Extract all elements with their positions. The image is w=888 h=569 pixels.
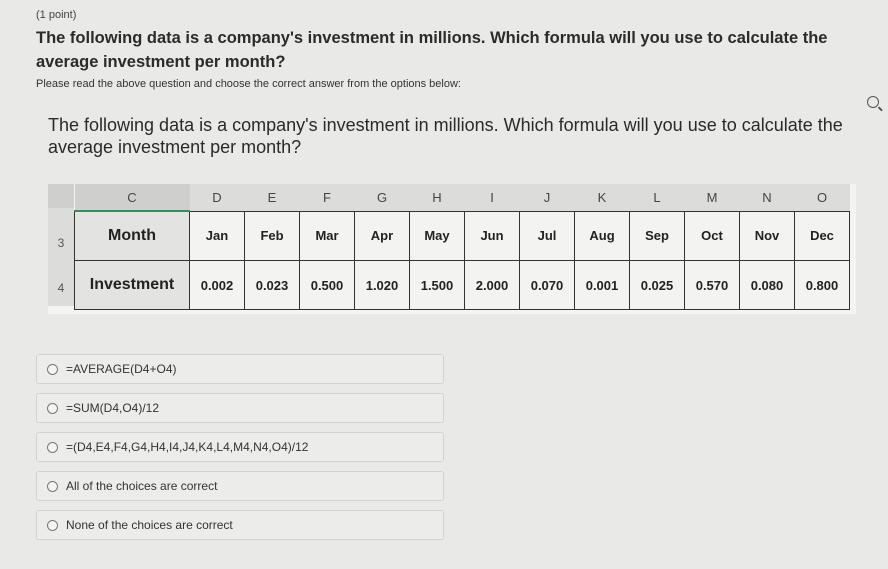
radio-button-icon[interactable] (47, 519, 58, 531)
column-header-o: O (794, 184, 850, 211)
spreadsheet-table: CDEFGHIJKLMNO Month Jan Feb Mar Apr May Jun Jul… (74, 184, 850, 310)
row-header-3: 3 (48, 208, 74, 257)
column-header-l: L (629, 184, 685, 211)
investment-cell: 0.023 (244, 260, 300, 310)
radio-button-icon[interactable] (47, 480, 58, 492)
answer-choice-2[interactable]: =SUM(D4,O4)/12 (36, 393, 444, 423)
column-header-h: H (409, 184, 465, 211)
column-header-row: CDEFGHIJKLMNO (74, 184, 850, 212)
month-cell: Jul (519, 210, 575, 261)
investment-cell: 0.025 (629, 260, 685, 310)
sheet-corner (48, 184, 74, 208)
row-label-cell: Investment (74, 260, 190, 310)
answer-choice-label: =(D4,E4,F4,G4,H4,I4,J4,K4,L4,M4,N4,O4)/1… (66, 440, 309, 454)
answer-choice-label: All of the choices are correct (66, 479, 218, 493)
month-cell: Dec (794, 210, 850, 261)
answer-choice-label: =AVERAGE(D4+O4) (66, 362, 177, 376)
month-cell: Feb (244, 210, 300, 261)
investment-cell: 2.000 (464, 260, 520, 310)
spreadsheet-image: 3 4 CDEFGHIJKLMNO Month Jan Feb Mar Apr May Ju… (48, 184, 856, 314)
radio-button-icon[interactable] (47, 363, 58, 375)
row-label-cell: Month (74, 210, 190, 261)
points-label: (1 point) (36, 9, 77, 21)
zoom-in-icon[interactable] (867, 96, 879, 108)
month-cell: Jan (189, 210, 245, 261)
answer-choice-label: =SUM(D4,O4)/12 (66, 401, 160, 415)
column-header-j: J (519, 184, 575, 211)
row-header-4: 4 (48, 257, 74, 306)
column-header-m: M (684, 184, 740, 211)
month-cell: Sep (629, 210, 685, 261)
column-header-e: E (244, 184, 300, 211)
investment-cell: 0.080 (739, 260, 795, 310)
month-cell: Apr (354, 210, 410, 261)
column-header-n: N (739, 184, 795, 211)
month-cell: Jun (464, 210, 520, 261)
radio-button-icon[interactable] (47, 441, 58, 453)
question-body: The following data is a company's invest… (48, 115, 843, 157)
investment-cell: 1.020 (354, 260, 410, 310)
investment-cell: 0.800 (794, 260, 850, 310)
answer-choices: =AVERAGE(D4+O4) =SUM(D4,O4)/12 =(D4,E4,F4,… (36, 354, 444, 549)
answer-choice-5[interactable]: None of the choices are correct (36, 510, 444, 540)
investment-cell: 0.070 (519, 260, 575, 310)
radio-button-icon[interactable] (47, 402, 58, 414)
table-row: Investment 0.002 0.023 0.500 1.020 1.500 2.000… (74, 260, 850, 310)
month-cell: Nov (739, 210, 795, 261)
answer-choice-3[interactable]: =(D4,E4,F4,G4,H4,I4,J4,K4,L4,M4,N4,O4)/1… (36, 432, 444, 462)
column-header-c: C (74, 184, 190, 212)
investment-cell: 0.002 (189, 260, 245, 310)
column-header-d: D (189, 184, 245, 211)
month-cell: May (409, 210, 465, 261)
instructions-text: Please read the above question and choos… (36, 78, 461, 90)
answer-choice-4[interactable]: All of the choices are correct (36, 471, 444, 501)
investment-cell: 0.001 (574, 260, 630, 310)
column-header-f: F (299, 184, 355, 211)
question-title: The following data is a company's invest… (36, 29, 828, 71)
month-cell: Mar (299, 210, 355, 261)
answer-choice-1[interactable]: =AVERAGE(D4+O4) (36, 354, 444, 384)
column-header-g: G (354, 184, 410, 211)
column-header-i: I (464, 184, 520, 211)
column-header-k: K (574, 184, 630, 211)
investment-cell: 0.570 (684, 260, 740, 310)
table-row: Month Jan Feb Mar Apr May Jun Jul Aug Sep Oct Nov De… (74, 210, 850, 261)
answer-choice-label: None of the choices are correct (66, 518, 233, 532)
month-cell: Aug (574, 210, 630, 261)
month-cell: Oct (684, 210, 740, 261)
investment-cell: 1.500 (409, 260, 465, 310)
investment-cell: 0.500 (299, 260, 355, 310)
